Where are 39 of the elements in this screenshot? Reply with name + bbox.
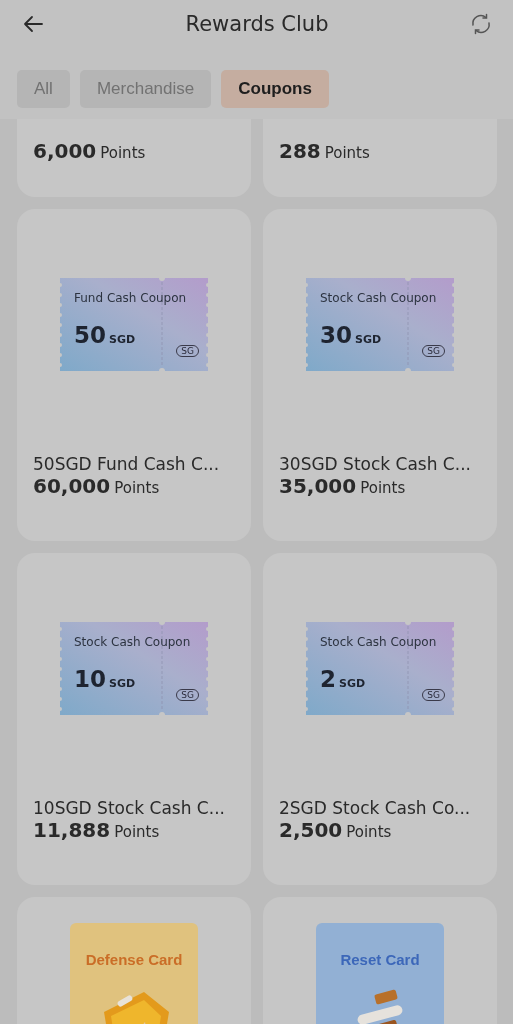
reward-title: 50SGD Fund Cash C... [32, 454, 220, 474]
points-value: 288 [279, 139, 321, 163]
game-card-label: Defense Card [85, 951, 183, 968]
coupon-label: Stock Cash Coupon [320, 635, 438, 649]
points-value: 35,000 [279, 474, 357, 498]
page-title: Rewards Club [185, 12, 329, 36]
reward-card[interactable]: Stock Cash Coupon 10 SGD SG 10SGD Stock Cash C... 11,888 Points [17, 553, 251, 885]
coupon-label: Fund Cash Coupon [74, 291, 188, 305]
game-card-label: Reset Card [340, 951, 420, 968]
points-unit: Points [114, 823, 160, 841]
category-tab[interactable]: Coupons [221, 70, 329, 108]
points-value: 60,000 [33, 474, 111, 498]
reward-card[interactable]: 6,000 Points [17, 119, 251, 197]
coupon-currency: SGD [109, 677, 136, 690]
reward-title: 30SGD Stock Cash C... [278, 454, 471, 474]
points-unit: Points [114, 479, 160, 497]
reward-card[interactable]: Stock Cash Coupon 2 SGD SG 2SGD Stock Cash Co... 2,500 Points [263, 553, 497, 885]
points-value: 11,888 [33, 818, 111, 842]
reward-title: 10SGD Stock Cash C... [32, 798, 225, 818]
points-value: 6,000 [33, 139, 97, 163]
coupon-currency: SGD [339, 677, 366, 690]
coupon-amount: 10 [74, 666, 106, 692]
coupon-amount: 2 [320, 666, 336, 692]
coupon-label: Stock Cash Coupon [74, 635, 192, 649]
points-value: 2,500 [279, 818, 343, 842]
coupon-currency: SGD [355, 333, 382, 346]
coupon-amount: 50 [74, 322, 106, 348]
reward-card[interactable]: Stock Cash Coupon 30 SGD SG 30SGD Stock Cash C... 35,000 Points [263, 209, 497, 541]
refresh-icon[interactable] [469, 12, 493, 36]
points-unit: Points [324, 144, 370, 162]
coupon-currency: SGD [109, 333, 136, 346]
points-unit: Points [100, 144, 146, 162]
reward-card[interactable]: Fund Cash Coupon 50 SGD SG 50SGD Fund Cash C... 60,000 Points [17, 209, 251, 541]
points-unit: Points [346, 823, 392, 841]
reward-card[interactable]: 288 Points [263, 119, 497, 197]
reward-title: 2SGD Stock Cash Co... [278, 798, 471, 818]
coupon-amount: 30 [320, 322, 352, 348]
coupon-label: Stock Cash Coupon [320, 291, 438, 305]
points-unit: Points [360, 479, 406, 497]
